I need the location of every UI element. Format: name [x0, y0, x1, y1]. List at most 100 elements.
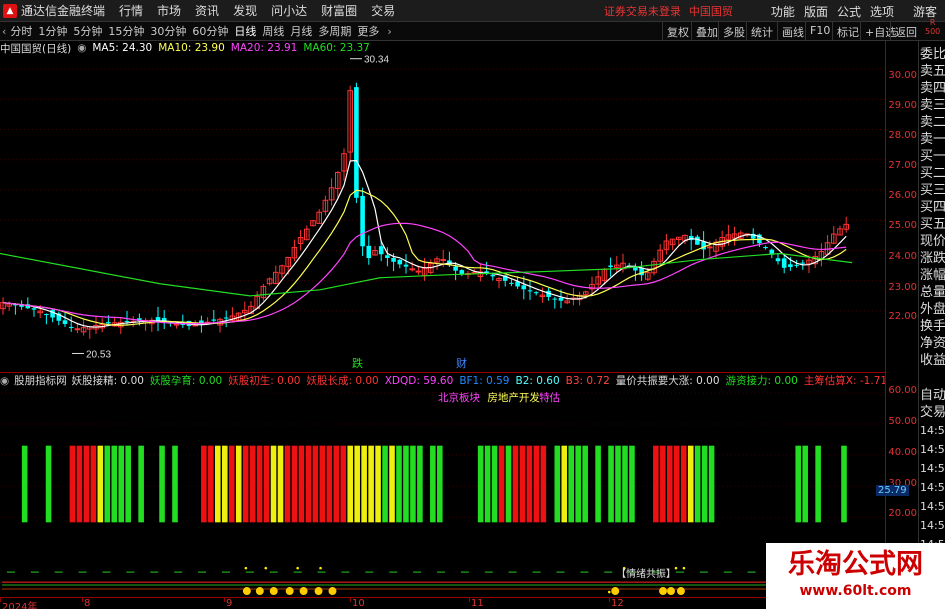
statistics-button[interactable]: 统计: [746, 22, 777, 41]
candle-body: [695, 236, 700, 245]
indicator-bar: [491, 445, 498, 523]
period-more[interactable]: 更多: [357, 23, 379, 39]
mark-button[interactable]: 标记: [832, 22, 863, 41]
indicator-field: 量价共振要大涨: 0.00: [615, 375, 720, 387]
side-panel-item[interactable]: 卖三: [919, 97, 945, 114]
multi-stock-button[interactable]: 多股: [718, 22, 749, 41]
side-panel-item[interactable]: 总量: [919, 284, 945, 301]
menu-item-trade[interactable]: 交易: [371, 2, 395, 19]
indicator-field: 主筹估算X: -1.71: [803, 375, 885, 387]
date-tick: [469, 598, 470, 602]
signal-dot: [682, 566, 686, 570]
indicator-bar: [159, 445, 165, 523]
menu-item-wealth-circle[interactable]: 财富圈: [321, 2, 357, 19]
indicator-bar: [249, 445, 256, 523]
indicator-bar: [410, 445, 416, 523]
date-tick-label: 12: [611, 598, 624, 609]
adjust-button[interactable]: 复权: [662, 22, 693, 41]
chevron-right-icon[interactable]: ›: [387, 25, 391, 38]
menu-item-quotes[interactable]: 行情: [119, 2, 143, 19]
side-panel-item[interactable]: 卖一: [919, 131, 945, 148]
side-panel-item[interactable]: 净资: [919, 335, 945, 352]
emoji-face-icon: [285, 587, 294, 596]
indicator-bar: [118, 445, 125, 523]
indicator-bar: [417, 445, 423, 523]
candle-body: [106, 322, 111, 324]
side-panel-item[interactable]: 卖五: [919, 63, 945, 80]
indicator-bar: [221, 445, 228, 523]
side-panel-item[interactable]: 现价: [919, 233, 945, 250]
indicator-bar: [305, 445, 312, 523]
side-panel-item[interactable]: 换手: [919, 318, 945, 335]
back-button[interactable]: 返回: [890, 22, 921, 41]
high-price-label: 30.34: [364, 55, 389, 66]
side-panel-item[interactable]: 委比: [919, 46, 945, 63]
guest-account[interactable]: 游客: [913, 3, 937, 20]
price-tick-label: 29.00: [888, 100, 917, 111]
indicator-bar: [595, 445, 601, 523]
period-1min[interactable]: 1分钟: [38, 23, 67, 39]
menu-item-ask[interactable]: 问小达: [271, 2, 307, 19]
side-panel-item[interactable]: 买四: [919, 199, 945, 216]
menu-item-market[interactable]: 市场: [157, 2, 181, 19]
settings-dot-icon[interactable]: ◉: [77, 42, 86, 54]
indicator-bar: [242, 445, 249, 523]
date-axis: 2024年891011121: [0, 597, 885, 609]
emoji-face-icon: [299, 587, 308, 596]
period-5min[interactable]: 5分钟: [73, 23, 102, 39]
side-panel-item[interactable]: 卖二: [919, 114, 945, 131]
indicator-bar: [622, 445, 628, 523]
indicator-bar: [680, 445, 687, 523]
indicator-bar: [554, 445, 561, 523]
settings-dot-icon[interactable]: ◉: [0, 375, 9, 387]
indicator-bar: [228, 445, 235, 523]
side-panel-item[interactable]: 涨跌: [919, 250, 945, 267]
period-multi[interactable]: 多周期: [318, 23, 351, 39]
side-panel-item[interactable]: 卖四: [919, 80, 945, 97]
indicator-bar: [340, 445, 347, 523]
price-tick-label: 30.00: [888, 70, 917, 81]
side-panel-item[interactable]: 买三: [919, 182, 945, 199]
menu-item-functions[interactable]: 功能: [771, 3, 795, 20]
candle-body: [509, 282, 514, 284]
indicator-bar: [667, 445, 673, 523]
login-status[interactable]: 证券交易未登录: [604, 3, 681, 19]
draw-line-button[interactable]: 画线: [777, 22, 808, 41]
side-panel-item[interactable]: 买一: [919, 148, 945, 165]
side-panel-item[interactable]: 外盘: [919, 301, 945, 318]
period-weekly[interactable]: 周线: [262, 23, 284, 39]
price-chart[interactable]: 30.34 20.53 跌 财: [0, 55, 885, 370]
period-30min[interactable]: 30分钟: [150, 23, 186, 39]
menu-item-options[interactable]: 选项: [870, 3, 894, 20]
indicator-bar: [270, 445, 277, 523]
menu-item-formula[interactable]: 公式: [837, 3, 861, 20]
candle-body: [794, 264, 799, 266]
side-panel-item[interactable]: 买二: [919, 165, 945, 182]
menu-item-discover[interactable]: 发现: [233, 2, 257, 19]
side-panel-item[interactable]: 交易: [919, 404, 945, 421]
side-panel-item[interactable]: 涨幅: [919, 267, 945, 284]
side-panel-item[interactable]: 自动: [919, 387, 945, 404]
period-60min[interactable]: 60分钟: [192, 23, 228, 39]
indicator-chart[interactable]: 【情绪共振】: [0, 372, 885, 598]
indicator-current-value: 25.79: [876, 485, 909, 496]
candle-body: [62, 320, 68, 324]
indicator-tick-label: 60.00: [888, 385, 917, 396]
indicator-field: XDQD: 59.60: [384, 375, 454, 387]
side-panel-time: 14:5: [920, 519, 945, 532]
period-daily[interactable]: 日线: [234, 23, 256, 39]
indicator-bar: [673, 445, 680, 523]
candle-body: [360, 195, 365, 247]
period-intraday[interactable]: 分时: [10, 23, 32, 39]
period-15min[interactable]: 15分钟: [108, 23, 144, 39]
side-panel-item[interactable]: 买五: [919, 216, 945, 233]
sector-tag: 特估: [539, 392, 561, 404]
period-monthly[interactable]: 月线: [290, 23, 312, 39]
menu-item-layout[interactable]: 版面: [804, 3, 828, 20]
chevron-left-icon[interactable]: ‹: [2, 25, 6, 38]
f10-button[interactable]: F10: [805, 22, 834, 41]
indicator-bar: [582, 445, 588, 523]
side-panel-item[interactable]: 收益: [919, 352, 945, 369]
indicator-field: 妖股孕育: 0.00: [149, 375, 223, 387]
menu-item-news[interactable]: 资讯: [195, 2, 219, 19]
